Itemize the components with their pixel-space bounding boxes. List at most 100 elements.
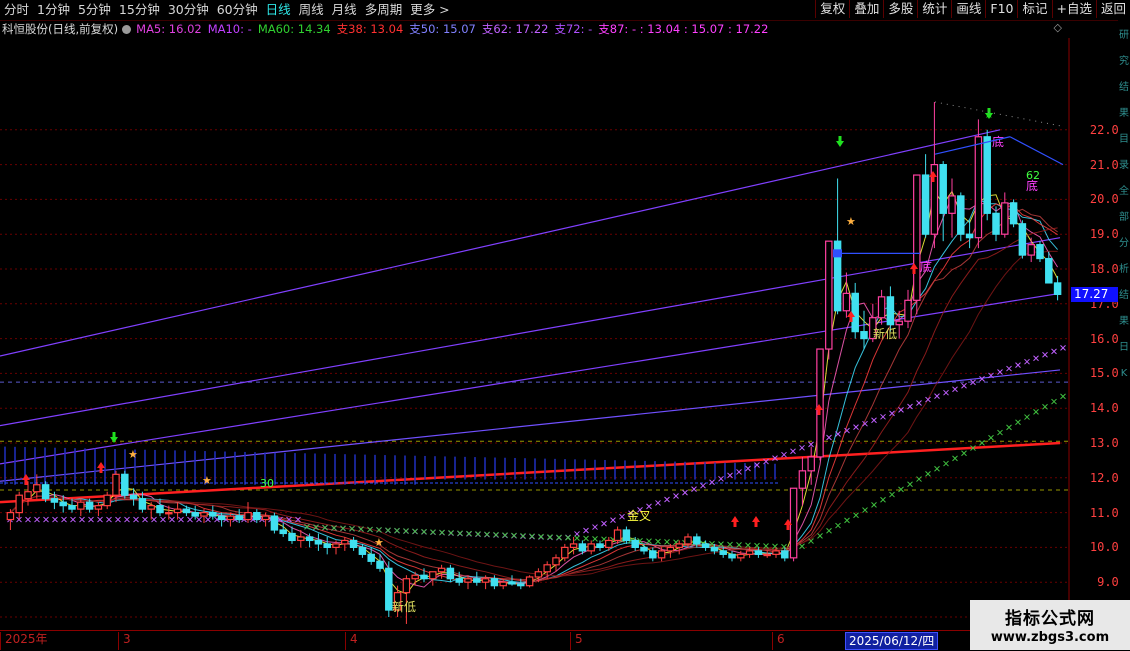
adjust-button[interactable]: 复权 <box>815 0 849 18</box>
tab-60min[interactable]: 60分钟 <box>213 0 262 20</box>
candle-body <box>332 543 340 549</box>
candle-body <box>578 543 587 552</box>
new-low-label: 新低 <box>392 599 416 614</box>
cross-marker-green <box>475 531 481 537</box>
cross-marker-purple <box>700 482 706 489</box>
cross-marker-purple <box>133 516 139 523</box>
candle-body <box>288 532 296 542</box>
overlay-button[interactable]: 叠加 <box>849 0 883 18</box>
cross-marker-purple <box>691 486 697 492</box>
diamond-icon[interactable]: ◇ <box>1054 21 1062 34</box>
cross-marker-purple <box>583 527 589 534</box>
cross-marker-purple <box>880 413 886 420</box>
tab-15min[interactable]: 15分钟 <box>115 0 164 20</box>
candle-body <box>68 505 76 510</box>
cross-marker-green <box>538 533 544 540</box>
draw-line-button[interactable]: 画线 <box>951 0 985 18</box>
candle-body <box>420 574 428 580</box>
candle-body <box>948 195 956 214</box>
golden-cross-label: 金叉 <box>627 508 651 523</box>
cross-marker-purple <box>943 389 949 396</box>
marker-box <box>833 249 842 258</box>
side-panel-char: 全 <box>1119 186 1129 197</box>
candle-body <box>129 494 138 500</box>
cross-marker-green <box>862 507 868 513</box>
tab-5min[interactable]: 5分钟 <box>74 0 115 20</box>
side-panel-char: 果 <box>1119 316 1129 327</box>
down-arrow-icon <box>110 432 118 443</box>
tab-daily[interactable]: 日线 <box>262 0 295 20</box>
trend-channel-line <box>0 129 1001 357</box>
mark-button[interactable]: 标记 <box>1017 0 1051 18</box>
candle-body <box>728 553 736 559</box>
candle-body <box>358 546 367 555</box>
cross-marker-green <box>835 522 841 529</box>
cross-marker-purple <box>79 516 85 523</box>
candle-body <box>279 529 287 535</box>
candle-body <box>666 546 675 552</box>
indicator-s87: 支87: - : 13.04 : 15.07 : 17.22 <box>598 22 769 36</box>
candle-body <box>992 212 1000 235</box>
cross-marker-green <box>439 529 445 536</box>
candle-body <box>244 512 252 521</box>
cross-marker-green <box>826 527 832 534</box>
candle-body <box>85 501 94 510</box>
cross-marker-purple <box>70 516 76 523</box>
indicator-ma60: MA60: 14.34 <box>257 22 331 36</box>
cross-marker-purple <box>610 517 616 524</box>
cross-marker-green <box>412 528 418 535</box>
tab-fenshi[interactable]: 分时 <box>0 0 33 20</box>
cross-marker-green <box>880 496 886 503</box>
candle-body <box>886 296 895 326</box>
gear-icon[interactable] <box>122 25 132 34</box>
cross-marker-green <box>457 530 463 537</box>
tab-more[interactable]: 更多 > <box>406 0 453 20</box>
ma-line <box>10 203 1058 583</box>
multi-stock-button[interactable]: 多股 <box>883 0 917 18</box>
tab-multi-period[interactable]: 多周期 <box>361 0 407 20</box>
candle-body <box>191 512 199 517</box>
candle-body <box>1036 244 1044 260</box>
candle-body <box>59 501 67 507</box>
tab-weekly[interactable]: 周线 <box>295 0 328 20</box>
cross-marker-purple <box>205 516 211 523</box>
candle-body <box>965 233 974 239</box>
side-panel-char: 录 <box>1119 160 1129 171</box>
candle-body <box>182 508 191 514</box>
candle-body <box>1027 244 1035 256</box>
candle-body <box>235 515 243 521</box>
cross-marker-purple <box>826 434 832 441</box>
cross-marker-purple <box>1060 345 1066 351</box>
candle-body <box>974 136 983 239</box>
candle-body <box>860 331 868 340</box>
cross-marker-purple <box>43 516 49 523</box>
f10-button[interactable]: F10 <box>985 0 1017 18</box>
statistics-button[interactable]: 统计 <box>917 0 951 18</box>
cross-marker-green <box>583 535 589 542</box>
add-watchlist-button[interactable]: +自选 <box>1051 0 1096 18</box>
tab-30min[interactable]: 30分钟 <box>164 0 213 20</box>
back-button[interactable]: 返回 <box>1095 0 1130 18</box>
cross-marker-purple <box>1042 351 1048 358</box>
cross-marker-purple <box>124 516 130 523</box>
cross-marker-green <box>853 512 859 519</box>
candle-body <box>904 299 912 322</box>
candle-body <box>525 576 534 587</box>
tab-monthly[interactable]: 月线 <box>328 0 361 20</box>
ma-line <box>10 250 1058 577</box>
candle-body <box>499 581 507 587</box>
cross-marker-green <box>925 471 931 477</box>
top-toolbar: 分时 1分钟 5分钟 15分钟 30分钟 60分钟 日线 周线 月线 多周期 更… <box>0 0 1130 21</box>
cross-marker-green <box>547 534 553 540</box>
bottom-signal-label: 底 <box>992 134 1004 149</box>
indicator-ma10: MA10: - <box>207 22 252 36</box>
candlestick-chart[interactable]: 新低新低底底底金叉6230★★★★★ <box>0 38 1070 630</box>
candle-body <box>895 320 903 326</box>
candle-body <box>534 571 543 578</box>
cross-marker-green <box>385 527 391 534</box>
candle-body <box>913 174 921 301</box>
candle-body <box>411 574 419 580</box>
up-arrow-icon <box>22 474 30 485</box>
tab-1min[interactable]: 1分钟 <box>33 0 74 20</box>
indicator-s62: 支62: 17.22 <box>481 22 549 36</box>
